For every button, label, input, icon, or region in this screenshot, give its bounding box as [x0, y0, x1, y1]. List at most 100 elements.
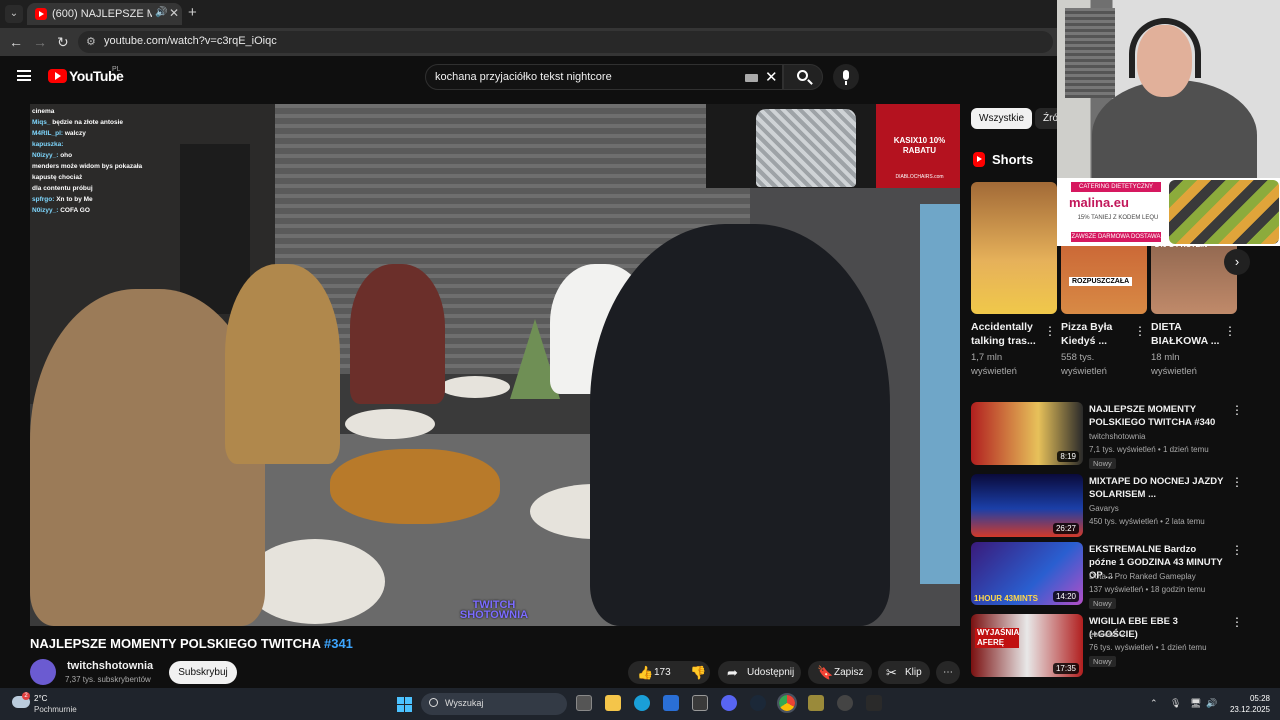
recommended-meta: 137 wyświetleń • 18 godzin temu	[1089, 585, 1206, 594]
tray-overflow-icon[interactable]: ⌃	[1150, 698, 1158, 709]
windows-taskbar: 2 2°C Pochmurnie Wyszukaj ⌃ 🎙 🖥 🔊 05:28 …	[0, 688, 1280, 720]
share-button[interactable]: ➦ Udostępnij	[718, 661, 801, 684]
short-more-icon[interactable]: ⋮	[1224, 324, 1236, 338]
short-more-icon[interactable]: ⋮	[1044, 324, 1056, 338]
app-icon[interactable]	[866, 695, 882, 711]
clip-label: Klip	[905, 667, 922, 678]
new-badge: Nowy	[1089, 458, 1116, 469]
recommended-more-icon[interactable]: ⋮	[1231, 475, 1243, 489]
close-tab-icon[interactable]: ✕	[169, 6, 179, 20]
windows-start-icon[interactable]	[397, 697, 412, 712]
reload-icon[interactable]: ↻	[57, 34, 69, 51]
recommended-title[interactable]: NAJLEPSZE MOMENTY POLSKIEGO TWITCHA #340	[1089, 403, 1224, 429]
short-title[interactable]: DIETA BIAŁKOWA ...	[1151, 320, 1227, 348]
new-tab-icon[interactable]: +	[188, 4, 197, 21]
hamburger-menu-icon[interactable]	[17, 70, 31, 81]
forward-icon[interactable]: →	[33, 34, 47, 50]
browser-tab[interactable]: (600) NAJLEPSZE MOMENT 🔊 ✕	[27, 3, 182, 25]
chat-line: menders może widom bys pokazała	[32, 163, 143, 170]
sponsor-bottom-label: ZAWSZE DARMOWA DOSTAWA	[1071, 232, 1161, 242]
steam-icon[interactable]	[750, 695, 766, 711]
stream-chat-overlay: cinema Miqs_ będzie na złote antosie M4R…	[32, 106, 207, 216]
sponsor-logo: malina.eu	[1069, 195, 1129, 210]
channel-avatar[interactable]	[30, 659, 56, 685]
more-actions-button[interactable]: ⋯	[936, 661, 960, 684]
video-scene-plate	[245, 539, 385, 624]
video-duration: 14:20	[1052, 591, 1079, 602]
video-player[interactable]: cinema Miqs_ będzie na złote antosie M4R…	[30, 104, 960, 626]
tab-search-dropdown-icon[interactable]: ⌄	[5, 5, 23, 23]
weather-temp[interactable]: 2°C	[34, 694, 47, 703]
tab-title: (600) NAJLEPSZE MOMENT	[52, 8, 152, 20]
app-icon[interactable]	[837, 695, 853, 711]
recommended-more-icon[interactable]: ⋮	[1231, 403, 1243, 417]
search-icon	[797, 70, 808, 81]
video-duration: 17:35	[1052, 663, 1079, 674]
recommended-meta: 7,1 tys. wyświetleń • 1 dzień temu	[1089, 445, 1209, 454]
like-count[interactable]: 173	[654, 661, 671, 684]
youtube-header: YouTube PL kochana przyjaciółko tekst ni…	[0, 56, 1057, 98]
chat-line: dla contentu próbuj	[32, 185, 93, 192]
catering-sponsor-overlay: CATERING DIETETYCZNY malina.eu 15% TANIE…	[1057, 178, 1280, 246]
short-title[interactable]: Accidentally talking tras...	[971, 320, 1047, 348]
subscribe-button[interactable]: Subskrybuj	[169, 661, 237, 684]
weather-condition[interactable]: Pochmurnie	[34, 705, 77, 714]
back-icon[interactable]: ←	[9, 34, 23, 50]
short-thumbnail[interactable]	[971, 182, 1057, 314]
keyboard-icon[interactable]	[745, 74, 758, 82]
save-button[interactable]: 🔖 Zapisz	[808, 661, 872, 684]
recommended-channel[interactable]: Dota 2 Pro Ranked Gameplay	[1089, 572, 1196, 581]
site-info-icon[interactable]: ⚙	[86, 35, 96, 48]
search-input[interactable]: kochana przyjaciółko tekst nightcore ✕	[425, 64, 783, 90]
task-view-icon[interactable]	[576, 695, 592, 711]
recommended-channel[interactable]: ebe ebe ✔	[1089, 630, 1126, 639]
thumbs-down-icon[interactable]: 👎	[690, 661, 706, 684]
chat-line: M4RIL_pl: walczy	[32, 130, 86, 137]
recommended-thumbnail[interactable]: 8:19	[971, 402, 1083, 465]
address-bar[interactable]: ⚙ youtube.com/watch?v=c3rqE_iOiqc	[78, 31, 1053, 53]
meal-boxes-image	[1169, 180, 1279, 244]
recommended-channel[interactable]: Gavarys	[1089, 504, 1119, 513]
clear-search-icon[interactable]: ✕	[765, 68, 778, 86]
clip-button[interactable]: ✂ Klip	[878, 661, 930, 684]
recommended-thumbnail[interactable]: 26:27	[971, 474, 1083, 537]
outlook-icon[interactable]	[663, 695, 679, 711]
shorts-next-arrow-icon[interactable]: ›	[1224, 249, 1250, 275]
volume-icon[interactable]: 🔊	[1206, 698, 1217, 709]
microphone-icon[interactable]: 🎙	[1170, 698, 1181, 709]
search-button[interactable]	[783, 64, 823, 90]
taskbar-search[interactable]: Wyszukaj	[421, 693, 567, 715]
youtube-logo-icon[interactable]	[48, 69, 67, 83]
video-title-hashtag[interactable]: #341	[324, 636, 353, 651]
network-icon[interactable]: 🖥	[1190, 698, 1201, 709]
share-label: Udostępnij	[747, 667, 795, 678]
system-clock[interactable]: 05:28 23.12.2025	[1228, 693, 1270, 715]
short-views: 1,7 mln wyświetleń	[971, 352, 1017, 377]
edge-browser-icon[interactable]	[634, 695, 650, 711]
channel-name[interactable]: twitchshotownia	[67, 660, 153, 672]
search-query: kochana przyjaciółko tekst nightcore	[435, 71, 612, 83]
recommended-title[interactable]: MIXTAPE DO NOCNEJ JAZDY SOLARISEM ...	[1089, 475, 1224, 501]
recommended-thumbnail[interactable]: 1HOUR 43MINTS 14:20	[971, 542, 1083, 605]
short-more-icon[interactable]: ⋮	[1134, 324, 1146, 338]
channel-watermark: TWITCH SHOTOWNIA	[459, 599, 529, 621]
verified-icon: ✔	[1120, 632, 1127, 639]
video-scene-plate	[345, 409, 435, 439]
thumbs-up-icon[interactable]: 👍	[637, 661, 653, 684]
recommended-channel[interactable]: twitchshotownia	[1089, 432, 1145, 441]
audio-playing-icon[interactable]: 🔊	[155, 7, 167, 18]
search-icon	[429, 698, 438, 707]
url-text: youtube.com/watch?v=c3rqE_iOiqc	[104, 35, 277, 47]
file-explorer-icon[interactable]	[605, 695, 621, 711]
discord-icon[interactable]	[721, 695, 737, 711]
chip-all[interactable]: Wszystkie	[971, 108, 1032, 129]
recommended-thumbnail[interactable]: WYJAŚNIA AFERĘ 17:35	[971, 614, 1083, 677]
store-icon[interactable]	[692, 695, 708, 711]
new-badge: Nowy	[1089, 598, 1116, 609]
recommended-more-icon[interactable]: ⋮	[1231, 543, 1243, 557]
recommended-more-icon[interactable]: ⋮	[1231, 615, 1243, 629]
short-title[interactable]: Pizza Była Kiedyś ...	[1061, 320, 1137, 348]
app-icon[interactable]	[808, 695, 824, 711]
voice-search-mic-icon[interactable]	[833, 64, 859, 90]
chrome-icon[interactable]	[777, 693, 797, 713]
